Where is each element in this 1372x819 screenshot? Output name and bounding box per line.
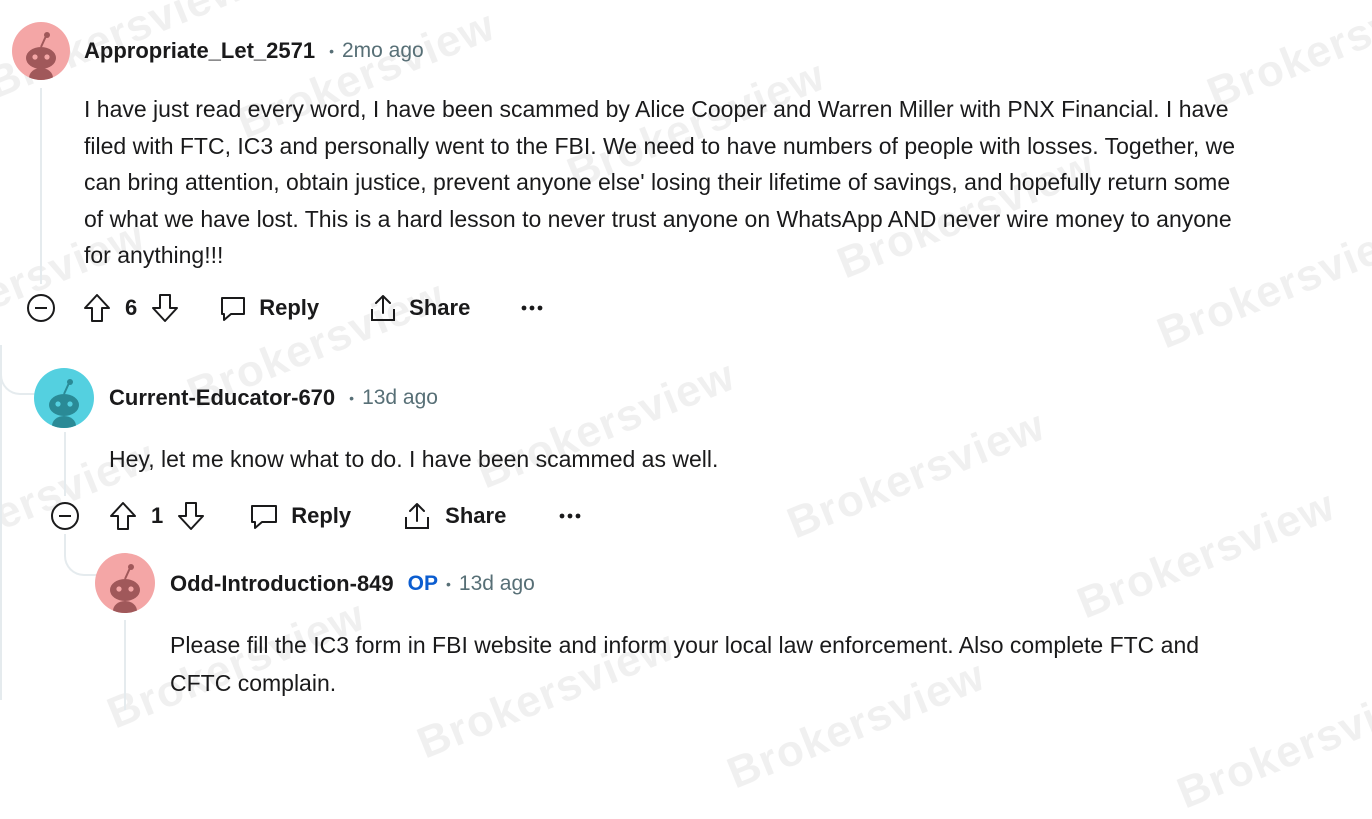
share-label: Share [409, 295, 471, 320]
avatar[interactable] [34, 368, 94, 428]
snoo-icon [34, 368, 94, 428]
upvote-icon[interactable] [109, 501, 137, 531]
comment-icon [249, 502, 279, 530]
avatar[interactable] [12, 22, 70, 80]
share-button[interactable]: Share [403, 501, 506, 531]
comment-body-line: can bring attention, obtain justice, pre… [84, 169, 1231, 195]
comment-body-line: I have just read every word, I have been… [84, 96, 1229, 122]
comment-body-line: Please fill the IC3 form in FBI website … [170, 632, 1200, 658]
share-icon [403, 501, 431, 531]
timestamp[interactable]: 13d ago [362, 386, 438, 410]
share-label: Share [445, 503, 507, 528]
timestamp[interactable]: 13d ago [459, 572, 535, 596]
reply-label: Reply [259, 295, 320, 320]
comment-body: I have just read every word, I have been… [84, 91, 1364, 274]
username[interactable]: Current-Educator-670 [109, 385, 335, 411]
separator-dot: • [329, 43, 334, 59]
snoo-icon [12, 22, 70, 80]
username[interactable]: Appropriate_Let_2571 [84, 38, 315, 64]
username[interactable]: Odd-Introduction-849 [170, 571, 394, 597]
timestamp[interactable]: 2mo ago [342, 39, 424, 63]
upvote-icon[interactable] [83, 293, 111, 323]
comment-body: Hey, let me know what to do. I have been… [109, 441, 1309, 478]
comment-actions: 6 Reply Share [25, 288, 544, 328]
separator-dot: • [349, 390, 355, 406]
snoo-icon [95, 553, 155, 613]
collapse-icon[interactable] [25, 293, 57, 323]
comment-body-line: for anything!!! [84, 242, 224, 268]
reply-button[interactable]: Reply [219, 294, 319, 322]
comment-icon [219, 294, 247, 322]
comment-body-line: filed with FTC, IC3 and personally went … [84, 132, 1236, 159]
thread-line [0, 345, 2, 700]
downvote-icon[interactable] [177, 501, 205, 531]
overflow-icon[interactable] [558, 511, 582, 521]
comment-actions: 1 Reply Share [49, 496, 582, 536]
share-icon [369, 293, 397, 323]
thread-connector [64, 534, 98, 576]
op-badge: OP [407, 572, 438, 595]
thread-line [64, 432, 66, 496]
watermark: Brokersview [1070, 480, 1342, 629]
comment-body: Please fill the IC3 form in FBI website … [170, 626, 1360, 702]
thread-connector [0, 345, 36, 395]
share-button[interactable]: Share [369, 293, 470, 323]
downvote-icon[interactable] [151, 293, 179, 323]
vote-count: 6 [125, 295, 138, 320]
thread-line [40, 88, 42, 284]
thread-line [124, 620, 126, 710]
avatar[interactable] [95, 553, 155, 613]
overflow-icon[interactable] [520, 303, 544, 313]
separator-dot: • [446, 576, 451, 592]
reply-button[interactable]: Reply [249, 502, 351, 530]
comment-body-line: of what we have lost. This is a hard les… [84, 205, 1232, 232]
comment-body-line: Hey, let me know what to do. I have been… [109, 446, 719, 472]
reply-label: Reply [291, 503, 352, 528]
vote-count: 1 [151, 503, 164, 528]
comment-body-line: CFTC complain. [170, 670, 337, 696]
collapse-icon[interactable] [49, 501, 81, 531]
